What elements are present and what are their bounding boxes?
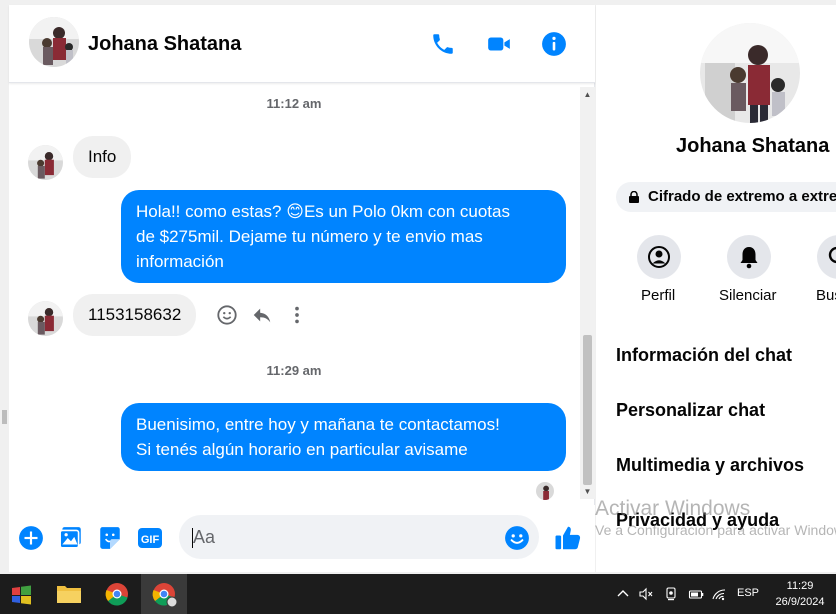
file-explorer-button[interactable] <box>46 574 92 614</box>
encryption-label: Cifrado de extremo a extremo <box>648 188 836 205</box>
timestamp: 11:12 am <box>266 96 322 111</box>
contact-avatar[interactable] <box>29 17 79 67</box>
start-icon <box>12 585 31 605</box>
outgoing-message[interactable]: Buenisimo, entre hoy y mañana te contact… <box>121 403 566 471</box>
customize-chat-section[interactable]: Personalizar chat <box>616 400 765 421</box>
gallery-icon[interactable] <box>58 525 84 551</box>
thumbs-up-icon[interactable] <box>553 523 583 553</box>
chat-info-section[interactable]: Información del chat <box>616 345 792 366</box>
message-input[interactable] <box>179 515 539 559</box>
chat-pane: Johana Shatana 11:12 am Info Hola!! como… <box>9 5 595 572</box>
battery-icon[interactable] <box>688 586 704 602</box>
video-call-icon[interactable] <box>486 31 512 57</box>
chrome-profile-icon <box>152 583 178 608</box>
scrollbar[interactable]: ▲ ▼ <box>580 87 595 499</box>
search-icon <box>828 246 836 264</box>
lock-icon <box>629 191 639 203</box>
privacy-support-section[interactable]: Privacidad y ayuda <box>616 510 779 531</box>
message-list: 11:12 am Info Hola!! como estas? 😊Es un … <box>9 85 579 500</box>
sticker-icon[interactable] <box>97 525 123 551</box>
language-indicator[interactable]: ESP <box>737 587 759 599</box>
window-edge <box>0 400 9 430</box>
chat-header: Johana Shatana <box>9 5 595 83</box>
emoji-icon[interactable] <box>504 525 530 551</box>
phone-icon[interactable] <box>430 31 456 57</box>
chrome-button[interactable] <box>94 574 140 614</box>
timestamp: 11:29 am <box>266 363 322 378</box>
chrome-icon <box>105 583 128 606</box>
profile-icon <box>648 246 670 268</box>
taskbar: ESP 11:29 26/9/2024 <box>0 574 836 614</box>
media-files-section[interactable]: Multimedia y archivos <box>616 455 804 476</box>
reply-icon[interactable] <box>251 304 273 326</box>
composer: GIF <box>9 505 595 572</box>
page: Johana Shatana 11:12 am Info Hola!! como… <box>0 0 836 614</box>
profile-action-button[interactable] <box>637 235 681 279</box>
gif-icon[interactable]: GIF <box>136 525 164 551</box>
scroll-down-icon[interactable]: ▼ <box>583 487 592 496</box>
wifi-icon[interactable] <box>711 586 727 602</box>
chrome-profile-button[interactable] <box>141 574 187 614</box>
meet-now-icon[interactable] <box>663 586 679 602</box>
contact-avatar-small[interactable] <box>28 145 63 180</box>
mute-action-button[interactable] <box>727 235 771 279</box>
text-caret <box>192 528 193 548</box>
info-icon[interactable] <box>541 31 567 57</box>
seen-avatar <box>536 482 554 500</box>
conversation-info-pane: Johana Shatana Cifrado de extremo a extr… <box>596 5 836 572</box>
clock-time: 11:29 <box>786 580 814 592</box>
profile-action-label: Perfil <box>641 287 676 304</box>
incoming-message[interactable]: Info <box>73 136 132 178</box>
message-line: Hola!! como estas? 😊Es un Polo 0km con c… <box>136 202 510 221</box>
react-icon[interactable] <box>216 304 238 326</box>
encryption-badge[interactable]: Cifrado de extremo a extremo <box>616 182 836 212</box>
profile-name: Johana Shatana <box>676 135 830 157</box>
bell-icon <box>740 247 758 269</box>
chevron-up-icon[interactable] <box>615 586 631 602</box>
start-button[interactable] <box>0 574 46 614</box>
plus-icon[interactable] <box>18 525 44 551</box>
outgoing-message[interactable]: Hola!! como estas? 😊Es un Polo 0km con c… <box>121 190 566 283</box>
search-action-label: Buscar <box>816 287 836 304</box>
folder-icon <box>57 586 81 603</box>
incoming-message[interactable]: 1153158632 <box>73 294 197 336</box>
profile-photo[interactable] <box>700 23 800 123</box>
contact-avatar-small[interactable] <box>28 301 63 336</box>
message-line: Buenisimo, entre hoy y mañana te contact… <box>136 415 500 434</box>
scroll-thumb[interactable] <box>583 335 592 485</box>
volume-muted-icon[interactable] <box>638 586 654 602</box>
more-options-icon[interactable] <box>286 304 308 326</box>
search-action-button[interactable] <box>817 235 836 279</box>
message-line: información <box>136 252 224 271</box>
message-line: de $275mil. Dejame tu número y te envio … <box>136 227 483 246</box>
message-line: Si tenés algún horario en particular avi… <box>136 440 468 459</box>
mute-action-label: Silenciar <box>719 287 777 304</box>
contact-name[interactable]: Johana Shatana <box>88 33 241 56</box>
system-clock[interactable]: 11:29 26/9/2024 <box>766 578 834 610</box>
scroll-up-icon[interactable]: ▲ <box>583 90 592 99</box>
gif-label: GIF <box>141 534 160 546</box>
clock-date: 26/9/2024 <box>775 596 825 608</box>
